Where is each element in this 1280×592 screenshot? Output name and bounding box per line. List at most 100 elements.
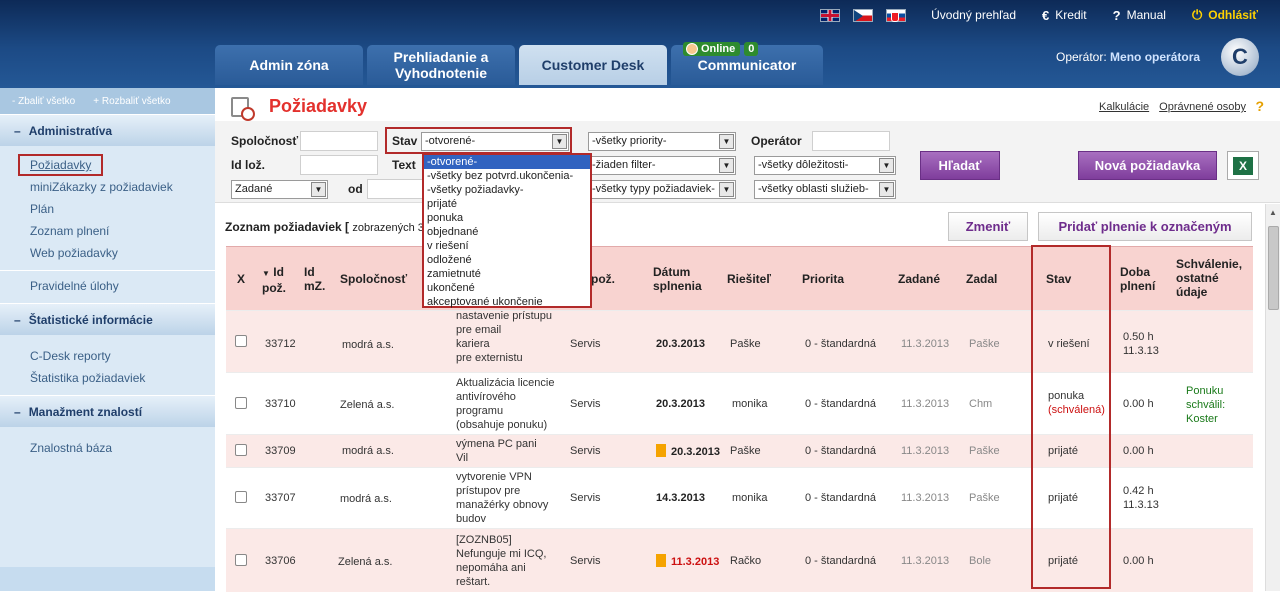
dropdown-option[interactable]: v riešení [424,239,590,253]
sidebar-section-label: Štatistické informácie [28,313,153,327]
row-date: 11.3.2013 [656,554,719,569]
col-duration[interactable]: Doba plnení [1120,265,1165,293]
dropdown-option[interactable]: -všetky bez potvrd.ukončenia- [424,169,590,183]
row-id: 33710 [265,398,296,410]
expand-all-link[interactable]: + Rozbaliť všetko [93,96,170,107]
company-input[interactable] [300,131,378,151]
desc-line: [ZOZNB05] [456,534,512,546]
desc-line: reštart. [456,576,491,588]
chevron-down-icon: ▼ [719,158,734,173]
help-icon[interactable]: ? [1255,98,1264,114]
row-checkbox[interactable] [235,397,247,409]
desc-line: manažérky obnovy [456,499,549,511]
row-checkbox[interactable] [235,491,247,503]
dropdown-option[interactable]: -otvorené- [424,155,590,169]
dropdown-option[interactable]: prijaté [424,197,590,211]
filter-select[interactable]: -žiaden filter- ▼ [588,156,736,175]
tab-customer-desk[interactable]: Customer Desk [519,45,667,85]
scroll-up-icon[interactable]: ▲ [1269,208,1277,217]
dropdown-option[interactable]: zamietnuté [424,267,590,281]
row-checkbox[interactable] [235,444,247,456]
priority-select[interactable]: -všetky priority- ▼ [588,132,736,151]
row-checkbox[interactable] [235,335,247,347]
online-status[interactable]: Online 0 [683,42,759,56]
row-description[interactable]: vytvorenie VPN prístupov pre manažérky obn… [456,470,566,526]
areas-select-value: -všetky oblasti služieb- [758,183,869,195]
col-company[interactable]: Spoločnosť [340,272,407,286]
sidebar-list-knowledge: Znalostná báza [0,427,215,567]
operator-input[interactable] [812,131,890,151]
row-description[interactable]: nastavenie prístupu pre email kariera pre e… [456,309,566,365]
from-date-input[interactable] [367,179,427,199]
row-company: modrá a.s. [340,493,392,505]
czech-flag-icon[interactable] [853,8,874,22]
scrollbar-thumb[interactable] [1268,226,1279,310]
row-id: 33706 [265,555,296,567]
row-solver: monika [732,398,768,410]
row-checkbox[interactable] [235,554,247,566]
add-fulfilment-button[interactable]: Pridať plnenie k označeným [1038,212,1252,241]
change-button[interactable]: Zmeniť [948,212,1028,241]
dropdown-option[interactable]: -všetky požiadavky- [424,183,590,197]
sidebar-item-request-stats[interactable]: Štatistika požiadaviek [30,367,215,389]
col-idmz[interactable]: Id mZ. [304,265,332,293]
sidebar-section-knowledge[interactable]: – Manažment znalostí [0,395,215,427]
authorized-persons-link[interactable]: Oprávnené osoby [1159,101,1246,113]
logout-link[interactable]: ⏻ Odhlásiť [1192,7,1258,23]
online-label: Online [701,43,736,55]
sidebar-item-regular-tasks[interactable]: Pravidelné úlohy [30,275,215,297]
credit-link[interactable]: € Kredit [1042,8,1087,23]
id-input[interactable] [300,155,378,175]
row-id: 33712 [265,338,296,350]
sidebar-item-cdesk-reports[interactable]: C-Desk reporty [30,345,215,367]
row-description[interactable]: [ZOZNB05] Nefunguje mi ICQ, nepomáha ani re… [456,533,566,589]
dropdown-option[interactable]: akceptované ukončenie [424,295,590,309]
duration-value: 0.42 h [1123,485,1154,497]
collapse-all-link[interactable]: - Zbaliť všetko [12,96,75,107]
sidebar-section-statistics[interactable]: – Štatistické informácie [0,303,215,335]
overview-link[interactable]: Úvodný prehľad [931,8,1016,22]
sidebar-item-web-requests[interactable]: Web požiadavky [30,242,215,264]
dropdown-option[interactable]: odložené [424,253,590,267]
types-select[interactable]: -všetky typy požiadaviek- ▼ [588,180,736,199]
col-solver[interactable]: Riešiteľ [727,272,771,286]
power-icon: ⏻ [1191,7,1203,22]
importance-select[interactable]: -všetky dôležitosti- ▼ [754,156,896,175]
slovak-flag-icon[interactable] [886,8,907,22]
sidebar-item-plan[interactable]: Plán [30,198,215,220]
dropdown-option[interactable]: ponuka [424,211,590,225]
manual-link[interactable]: ? Manual [1113,8,1166,23]
list-header: Zoznam požiadaviek [ zobrazených 3 [225,220,424,234]
search-button[interactable]: Hľadať [920,151,1000,180]
minus-icon: – [14,124,21,138]
desc-line: programu [456,405,504,417]
approval-line: Koster [1186,413,1218,425]
list-title: Zoznam požiadaviek [ [225,220,350,234]
col-assigned[interactable]: Zadané [898,272,940,286]
sidebar-item-fulfilment-list[interactable]: Zoznam plnení [30,220,215,242]
row-description[interactable]: Aktualizácia licencie antivírového program… [456,376,566,432]
areas-select[interactable]: -všetky oblasti služieb- ▼ [754,180,896,199]
row-description[interactable]: výmena PC pani Vil [456,437,566,465]
col-request[interactable]: pož. [591,272,615,286]
col-id[interactable]: ▼ Id pož. [262,265,290,295]
new-request-button[interactable]: Nová požiadavka [1078,151,1217,180]
excel-export-button[interactable]: X [1227,151,1259,180]
dropdown-option[interactable]: ukončené [424,281,590,295]
tab-browse-evaluate-label: Prehliadanie a Vyhodnotenie [393,49,489,81]
desc-line: prístupov pre [456,485,521,497]
tab-browse-evaluate[interactable]: Prehliadanie a Vyhodnotenie [367,45,515,85]
tab-admin-zone[interactable]: Admin zóna [215,45,363,85]
sidebar-item-requests[interactable]: Požiadavky [18,154,215,176]
sidebar-item-knowledge-base[interactable]: Znalostná báza [30,437,215,459]
col-date[interactable]: Dátum splnenia [653,265,709,293]
sidebar-item-minizakazky[interactable]: miniZákazky z požiadaviek [30,176,215,198]
english-flag-icon[interactable] [820,8,841,22]
vertical-scrollbar[interactable]: ▲ [1265,204,1280,591]
assigned-select[interactable]: Zadané ▼ [231,180,328,199]
col-by[interactable]: Zadal [966,272,997,286]
col-priority[interactable]: Priorita [802,272,844,286]
dropdown-option[interactable]: objednané [424,225,590,239]
sidebar-section-administration[interactable]: – Administratíva [0,114,215,146]
calculations-link[interactable]: Kalkulácie [1099,101,1149,113]
